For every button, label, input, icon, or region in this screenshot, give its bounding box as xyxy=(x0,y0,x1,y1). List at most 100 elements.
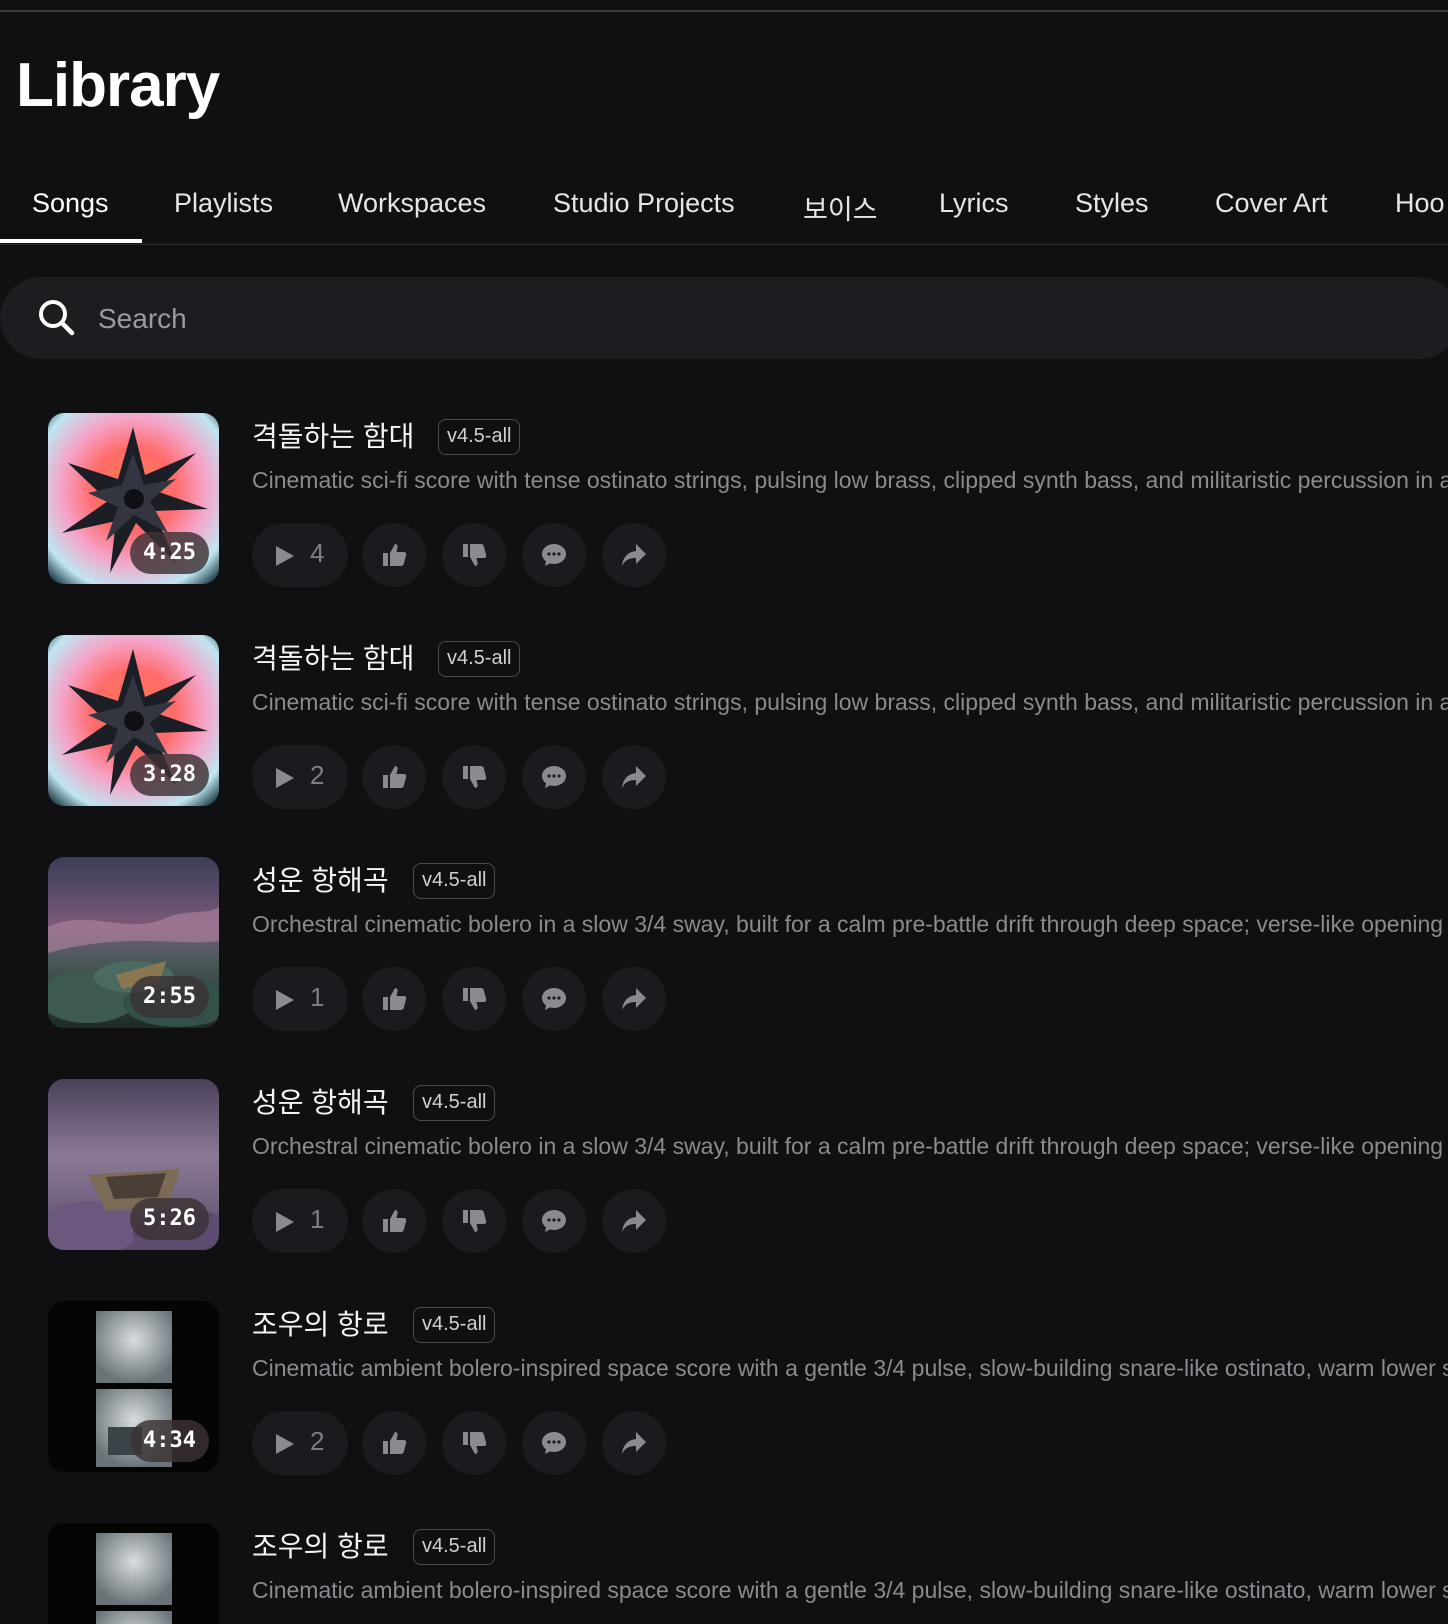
song-cover-art[interactable]: 5:26 xyxy=(48,1079,219,1250)
comment-icon xyxy=(542,1210,566,1232)
play-icon xyxy=(276,990,294,1010)
song-title[interactable]: 성운 항해곡 xyxy=(252,859,389,899)
like-button[interactable] xyxy=(362,1411,426,1475)
song-row[interactable]: 조우의 항로 v4.5-all Cinematic ambient bolero-i… xyxy=(0,1523,1448,1624)
song-cover-art[interactable]: 4:34 xyxy=(48,1301,219,1472)
share-button[interactable] xyxy=(602,1189,666,1253)
song-title[interactable]: 격돌하는 함대 xyxy=(252,637,414,677)
search-input[interactable] xyxy=(96,295,1400,343)
song-cover-art[interactable]: 3:28 xyxy=(48,635,219,806)
play-count: 2 xyxy=(310,760,325,790)
tab-voices[interactable]: 보이스 xyxy=(803,188,878,227)
like-button[interactable] xyxy=(362,523,426,587)
play-count: 1 xyxy=(310,1204,325,1234)
share-button[interactable] xyxy=(602,745,666,809)
comment-icon xyxy=(542,766,566,788)
song-row[interactable]: 3:28 격돌하는 함대 v4.5-all Cinematic sci-fi scor… xyxy=(0,635,1448,809)
share-button[interactable] xyxy=(602,523,666,587)
play-icon xyxy=(276,1212,294,1232)
tab-cover-art[interactable]: Cover Art xyxy=(1215,188,1328,219)
play-icon xyxy=(276,546,294,566)
comment-button[interactable] xyxy=(522,523,586,587)
like-button[interactable] xyxy=(362,967,426,1031)
play-count: 1 xyxy=(310,982,325,1012)
tab-styles[interactable]: Styles xyxy=(1075,188,1149,219)
comment-button[interactable] xyxy=(522,745,586,809)
tab-hooks[interactable]: Hoo xyxy=(1395,188,1445,219)
song-cover-art[interactable] xyxy=(48,1523,219,1624)
share-icon xyxy=(622,1432,646,1454)
comment-icon xyxy=(542,544,566,566)
tab-lyrics[interactable]: Lyrics xyxy=(939,188,1009,219)
tab-workspaces[interactable]: Workspaces xyxy=(338,188,486,219)
tab-songs[interactable]: Songs xyxy=(32,188,109,219)
song-style-description: Cinematic sci-fi score with tense ostina… xyxy=(252,689,1448,715)
play-icon xyxy=(276,768,294,788)
play-icon xyxy=(276,1434,294,1454)
active-tab-indicator xyxy=(0,239,142,243)
song-style-description: Orchestral cinematic bolero in a slow 3/… xyxy=(252,911,1444,937)
page-title: Library xyxy=(16,51,220,120)
song-duration: 4:34 xyxy=(130,1420,209,1462)
model-version-badge: v4.5-all xyxy=(413,1307,496,1343)
song-title[interactable]: 조우의 항로 xyxy=(252,1525,389,1565)
dislike-button[interactable] xyxy=(442,1189,506,1253)
model-version-badge: v4.5-all xyxy=(413,863,496,899)
model-version-badge: v4.5-all xyxy=(413,1085,496,1121)
share-button[interactable] xyxy=(602,1411,666,1475)
song-title[interactable]: 조우의 항로 xyxy=(252,1303,389,1343)
library-tabs: Songs Playlists Workspaces Studio Projec… xyxy=(0,180,1448,245)
dislike-icon xyxy=(463,1210,487,1232)
like-icon xyxy=(383,988,407,1010)
dislike-button[interactable] xyxy=(442,1411,506,1475)
song-style-description: Cinematic sci-fi score with tense ostina… xyxy=(252,467,1448,493)
play-button[interactable]: 2 xyxy=(252,745,348,809)
comment-button[interactable] xyxy=(522,967,586,1031)
like-icon xyxy=(383,766,407,788)
song-title[interactable]: 격돌하는 함대 xyxy=(252,415,414,455)
dislike-icon xyxy=(463,988,487,1010)
song-style-description: Cinematic ambient bolero-inspired space … xyxy=(252,1355,1448,1381)
comment-button[interactable] xyxy=(522,1189,586,1253)
play-button[interactable]: 2 xyxy=(252,1411,348,1475)
share-icon xyxy=(622,766,646,788)
song-cover-art[interactable]: 4:25 xyxy=(48,413,219,584)
song-style-description: Orchestral cinematic bolero in a slow 3/… xyxy=(252,1133,1444,1159)
play-button[interactable]: 4 xyxy=(252,523,348,587)
song-duration: 2:55 xyxy=(130,976,209,1018)
tab-studio-projects[interactable]: Studio Projects xyxy=(553,188,735,219)
model-version-badge: v4.5-all xyxy=(438,419,521,455)
comment-icon xyxy=(542,1432,566,1454)
song-duration: 3:28 xyxy=(130,754,209,796)
tab-playlists[interactable]: Playlists xyxy=(174,188,273,219)
dislike-button[interactable] xyxy=(442,745,506,809)
dislike-button[interactable] xyxy=(442,967,506,1031)
song-row[interactable]: 4:25 격돌하는 함대 v4.5-all Cinematic sci-fi scor… xyxy=(0,413,1448,587)
song-row[interactable]: 2:55 성운 항해곡 v4.5-all Orchestral cinematic b… xyxy=(0,857,1448,1031)
dislike-button[interactable] xyxy=(442,523,506,587)
song-title[interactable]: 성운 항해곡 xyxy=(252,1081,389,1121)
share-button[interactable] xyxy=(602,967,666,1031)
dislike-icon xyxy=(463,766,487,788)
song-row[interactable]: 5:26 성운 항해곡 v4.5-all Orchestral cinematic b… xyxy=(0,1079,1448,1253)
song-row[interactable]: 4:34 조우의 항로 v4.5-all Cinematic ambient bole… xyxy=(0,1301,1448,1475)
play-button[interactable]: 1 xyxy=(252,1189,348,1253)
like-icon xyxy=(383,1210,407,1232)
play-count: 2 xyxy=(310,1426,325,1456)
dislike-icon xyxy=(463,1432,487,1454)
song-duration: 5:26 xyxy=(130,1198,209,1240)
song-duration: 4:25 xyxy=(130,532,209,574)
like-button[interactable] xyxy=(362,1189,426,1253)
comment-button[interactable] xyxy=(522,1411,586,1475)
play-count: 4 xyxy=(310,538,325,568)
model-version-badge: v4.5-all xyxy=(438,641,521,677)
comment-icon xyxy=(542,988,566,1010)
search-bar xyxy=(0,277,1448,359)
song-cover-art[interactable]: 2:55 xyxy=(48,857,219,1028)
search-icon xyxy=(39,300,75,336)
top-border xyxy=(0,10,1448,12)
play-button[interactable]: 1 xyxy=(252,967,348,1031)
song-style-description: Cinematic ambient bolero-inspired space … xyxy=(252,1577,1448,1603)
share-icon xyxy=(622,988,646,1010)
like-button[interactable] xyxy=(362,745,426,809)
